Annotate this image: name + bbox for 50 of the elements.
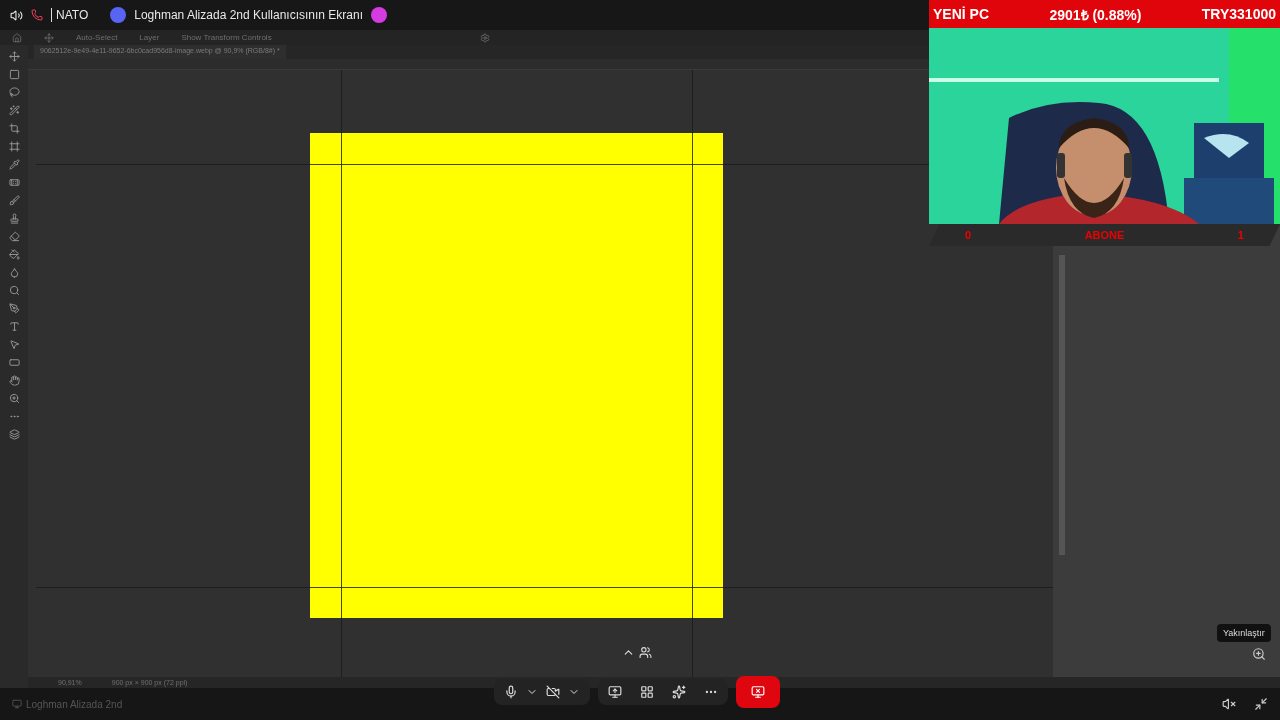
tool-icon[interactable]: [8, 159, 20, 170]
apps-icon[interactable]: [640, 685, 654, 699]
move-icon[interactable]: [44, 32, 54, 43]
tool-icon[interactable]: [8, 123, 20, 134]
counter-text: 1: [1237, 229, 1244, 241]
screen-share-icon[interactable]: [608, 685, 622, 699]
tool-icon[interactable]: [8, 303, 20, 314]
tool-icon[interactable]: [8, 429, 20, 440]
ticker-text: YENİ PC: [933, 6, 989, 22]
streamer-name: Loghman Alizada 2nd: [26, 698, 123, 710]
monitor-icon: [12, 699, 22, 709]
ticker-text: 2901₺ (0.88%): [1049, 5, 1142, 24]
tool-icon[interactable]: [8, 87, 20, 98]
speaker-icon[interactable]: [10, 8, 23, 22]
zoom-in-icon[interactable]: [1252, 647, 1266, 661]
channel-name: NATO: [51, 8, 89, 22]
tool-icon[interactable]: [8, 285, 20, 296]
monitor-x-icon: [751, 685, 765, 699]
activity-icon[interactable]: [672, 685, 686, 699]
tool-icon[interactable]: [8, 339, 20, 350]
option-label[interactable]: Show Transform Controls: [181, 33, 272, 42]
mic-icon[interactable]: [504, 685, 518, 699]
tool-icon[interactable]: [8, 375, 20, 386]
tool-icon[interactable]: [8, 195, 20, 206]
tool-icon[interactable]: [8, 393, 20, 404]
counter-text: ABONE: [1084, 229, 1125, 241]
tooltip: Yakınlaştır: [1217, 624, 1271, 642]
tool-icon[interactable]: [8, 267, 20, 278]
tool-icon[interactable]: [8, 231, 20, 242]
exit-fullscreen-icon[interactable]: [1254, 697, 1268, 711]
phone-icon: [31, 9, 43, 21]
people-icon[interactable]: [639, 646, 652, 659]
tool-icon[interactable]: [8, 105, 20, 116]
camera-off-icon[interactable]: [546, 685, 560, 699]
counter-text: 0: [965, 229, 972, 241]
scrollbar[interactable]: [1059, 255, 1065, 555]
tool-icon[interactable]: [8, 141, 20, 152]
tool-icon[interactable]: [8, 177, 20, 188]
stream-title: Loghman Alizada 2nd Kullanıcısının Ekranı: [134, 8, 364, 22]
tool-icon[interactable]: [8, 321, 20, 332]
tool-icon[interactable]: [8, 213, 20, 224]
option-label[interactable]: Auto-Select: [76, 33, 118, 42]
tool-icon[interactable]: [8, 69, 20, 80]
tool-icon[interactable]: [8, 249, 20, 260]
tool-icon[interactable]: [8, 357, 20, 368]
mute-icon[interactable]: [1222, 697, 1236, 711]
tool-icon[interactable]: [8, 51, 20, 62]
stop-stream-button[interactable]: [736, 676, 780, 708]
ticker-text: TRY331000: [1201, 6, 1276, 22]
option-label[interactable]: Layer: [139, 33, 160, 42]
